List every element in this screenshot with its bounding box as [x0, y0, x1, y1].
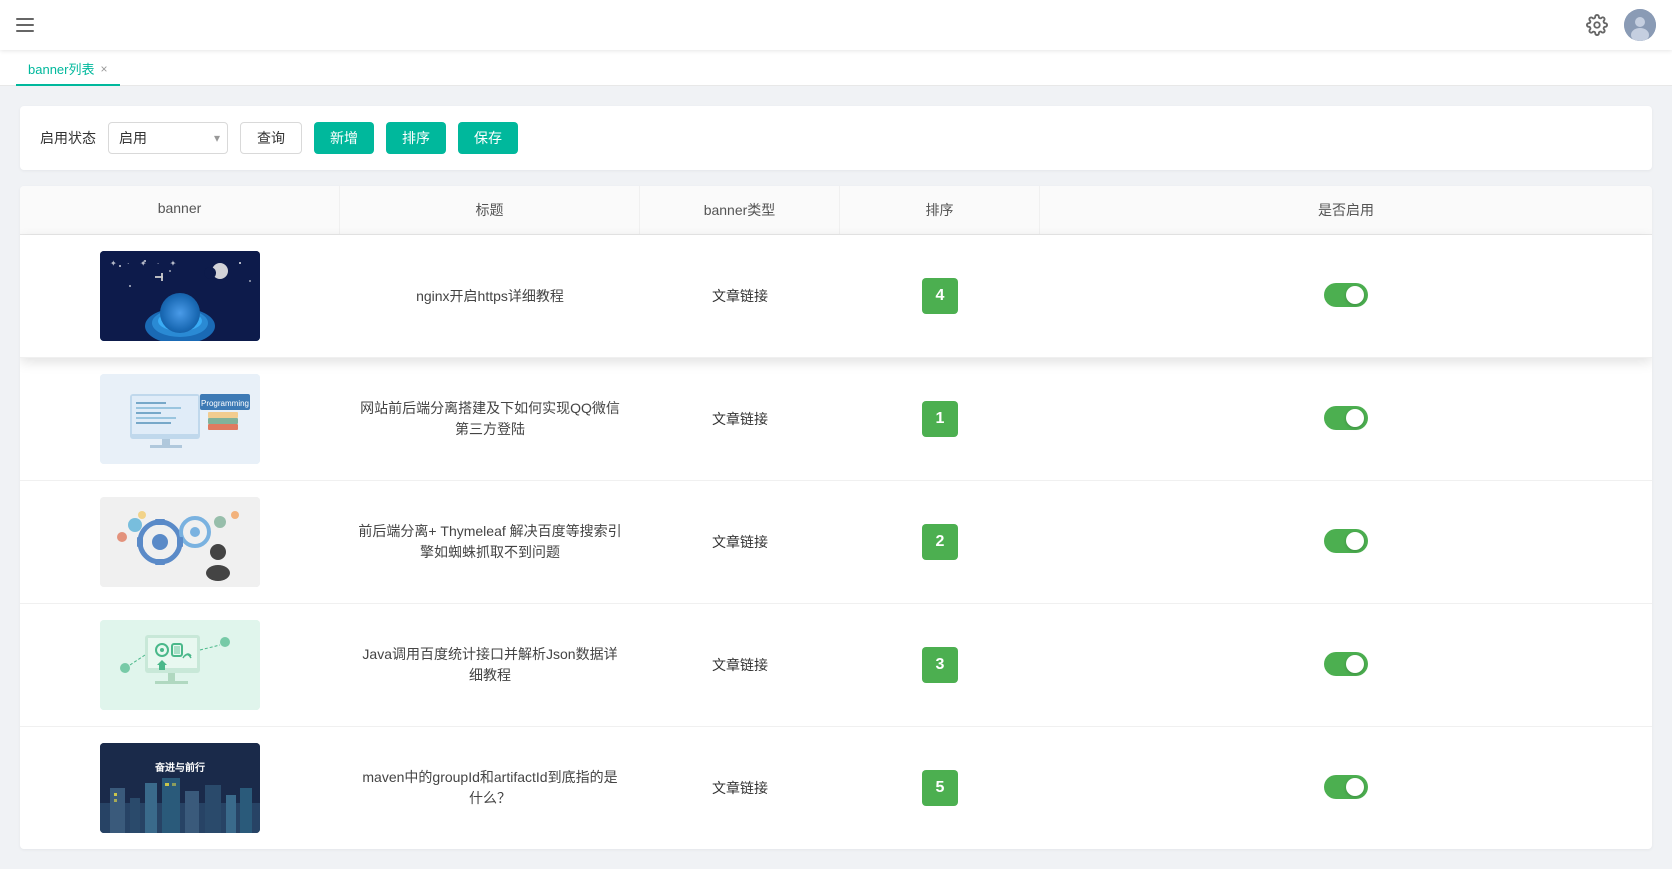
- add-button[interactable]: 新增: [314, 122, 374, 154]
- banner-type: 文章链接: [640, 393, 840, 445]
- table-row: Java调用百度统计接口并解析Json数据详细教程 文章链接 3: [20, 604, 1652, 727]
- banner-image-cell: Programming: [20, 358, 340, 480]
- gear-icon[interactable]: [1586, 14, 1608, 36]
- status-filter-label: 启用状态: [40, 128, 96, 148]
- col-order: 排序: [840, 186, 1040, 234]
- header-right: [1586, 9, 1656, 41]
- col-enabled: 是否启用: [1040, 186, 1652, 234]
- banner-title: Java调用百度统计接口并解析Json数据详细教程: [340, 628, 640, 702]
- tab-close-icon[interactable]: ×: [100, 63, 107, 75]
- banner-thumbnail: Programming: [100, 374, 260, 464]
- header-left: [16, 18, 34, 32]
- table-container: banner 标题 banner类型 排序 是否启用: [20, 186, 1652, 849]
- table-row: nginx开启https详细教程 文章链接 4: [20, 235, 1652, 358]
- banner-order: 5: [840, 754, 1040, 822]
- status-select-wrapper: 全部 启用 禁用: [108, 122, 228, 154]
- tab-bar: banner列表 ×: [0, 50, 1672, 86]
- banner-thumbnail: 奋进与前行: [100, 743, 260, 833]
- svg-text:奋进与前行: 奋进与前行: [154, 761, 205, 774]
- banner-image-cell: [20, 235, 340, 357]
- enabled-toggle[interactable]: [1324, 406, 1368, 430]
- banner-order: 2: [840, 508, 1040, 576]
- tab-banner-list[interactable]: banner列表 ×: [16, 53, 120, 86]
- banner-order: 4: [840, 262, 1040, 330]
- banner-thumbnail: [100, 251, 260, 341]
- table-row: Programming 网站前后端分离搭建及下如何实现QQ微信第三方登陆 文章链…: [20, 358, 1652, 481]
- sort-button[interactable]: 排序: [386, 122, 446, 154]
- order-badge: 2: [922, 524, 958, 560]
- banner-thumbnail: [100, 620, 260, 710]
- banner-type: 文章链接: [640, 639, 840, 691]
- table-row: 奋进与前行 maven中的groupId和artifactId到底指的是什么？ …: [20, 727, 1652, 849]
- order-badge: 3: [922, 647, 958, 683]
- banner-type: 文章链接: [640, 762, 840, 814]
- tab-label: banner列表: [28, 59, 94, 78]
- order-badge: 4: [922, 278, 958, 314]
- banner-image-cell: [20, 481, 340, 603]
- banner-type: 文章链接: [640, 270, 840, 322]
- banner-order: 3: [840, 631, 1040, 699]
- order-badge: 1: [922, 401, 958, 437]
- banner-image-cell: [20, 604, 340, 726]
- banner-enabled: [1040, 513, 1652, 572]
- banner-enabled: [1040, 267, 1652, 326]
- hamburger-icon[interactable]: [16, 18, 34, 32]
- banner-title: 前后端分离+ Thymeleaf 解决百度等搜索引擎如蜘蛛抓取不到问题: [340, 505, 640, 579]
- filter-bar: 启用状态 全部 启用 禁用 查询 新增 排序 保存: [20, 106, 1652, 170]
- banner-enabled: [1040, 390, 1652, 449]
- enabled-toggle[interactable]: [1324, 529, 1368, 553]
- table-row: 前后端分离+ Thymeleaf 解决百度等搜索引擎如蜘蛛抓取不到问题 文章链接…: [20, 481, 1652, 604]
- banner-image-cell: 奋进与前行: [20, 727, 340, 849]
- banner-enabled: [1040, 759, 1652, 818]
- status-select[interactable]: 全部 启用 禁用: [108, 122, 228, 154]
- banner-order: 1: [840, 385, 1040, 453]
- enabled-toggle[interactable]: [1324, 283, 1368, 307]
- banner-title: 网站前后端分离搭建及下如何实现QQ微信第三方登陆: [340, 382, 640, 456]
- svg-text:Programming: Programming: [201, 399, 249, 408]
- banner-type: 文章链接: [640, 516, 840, 568]
- banner-title: maven中的groupId和artifactId到底指的是什么？: [340, 751, 640, 825]
- avatar[interactable]: [1624, 9, 1656, 41]
- save-button[interactable]: 保存: [458, 122, 518, 154]
- enabled-toggle[interactable]: [1324, 775, 1368, 799]
- banner-enabled: [1040, 636, 1652, 695]
- col-banner: banner: [20, 186, 340, 234]
- header: [0, 0, 1672, 50]
- avatar-image: [1624, 9, 1656, 41]
- query-button[interactable]: 查询: [240, 122, 302, 154]
- col-banner-type: banner类型: [640, 186, 840, 234]
- banner-thumbnail: [100, 497, 260, 587]
- table-header: banner 标题 banner类型 排序 是否启用: [20, 186, 1652, 235]
- main-content: 启用状态 全部 启用 禁用 查询 新增 排序 保存 banner 标题 bann…: [0, 86, 1672, 869]
- banner-title: nginx开启https详细教程: [340, 270, 640, 323]
- col-title: 标题: [340, 186, 640, 234]
- order-badge: 5: [922, 770, 958, 806]
- enabled-toggle[interactable]: [1324, 652, 1368, 676]
